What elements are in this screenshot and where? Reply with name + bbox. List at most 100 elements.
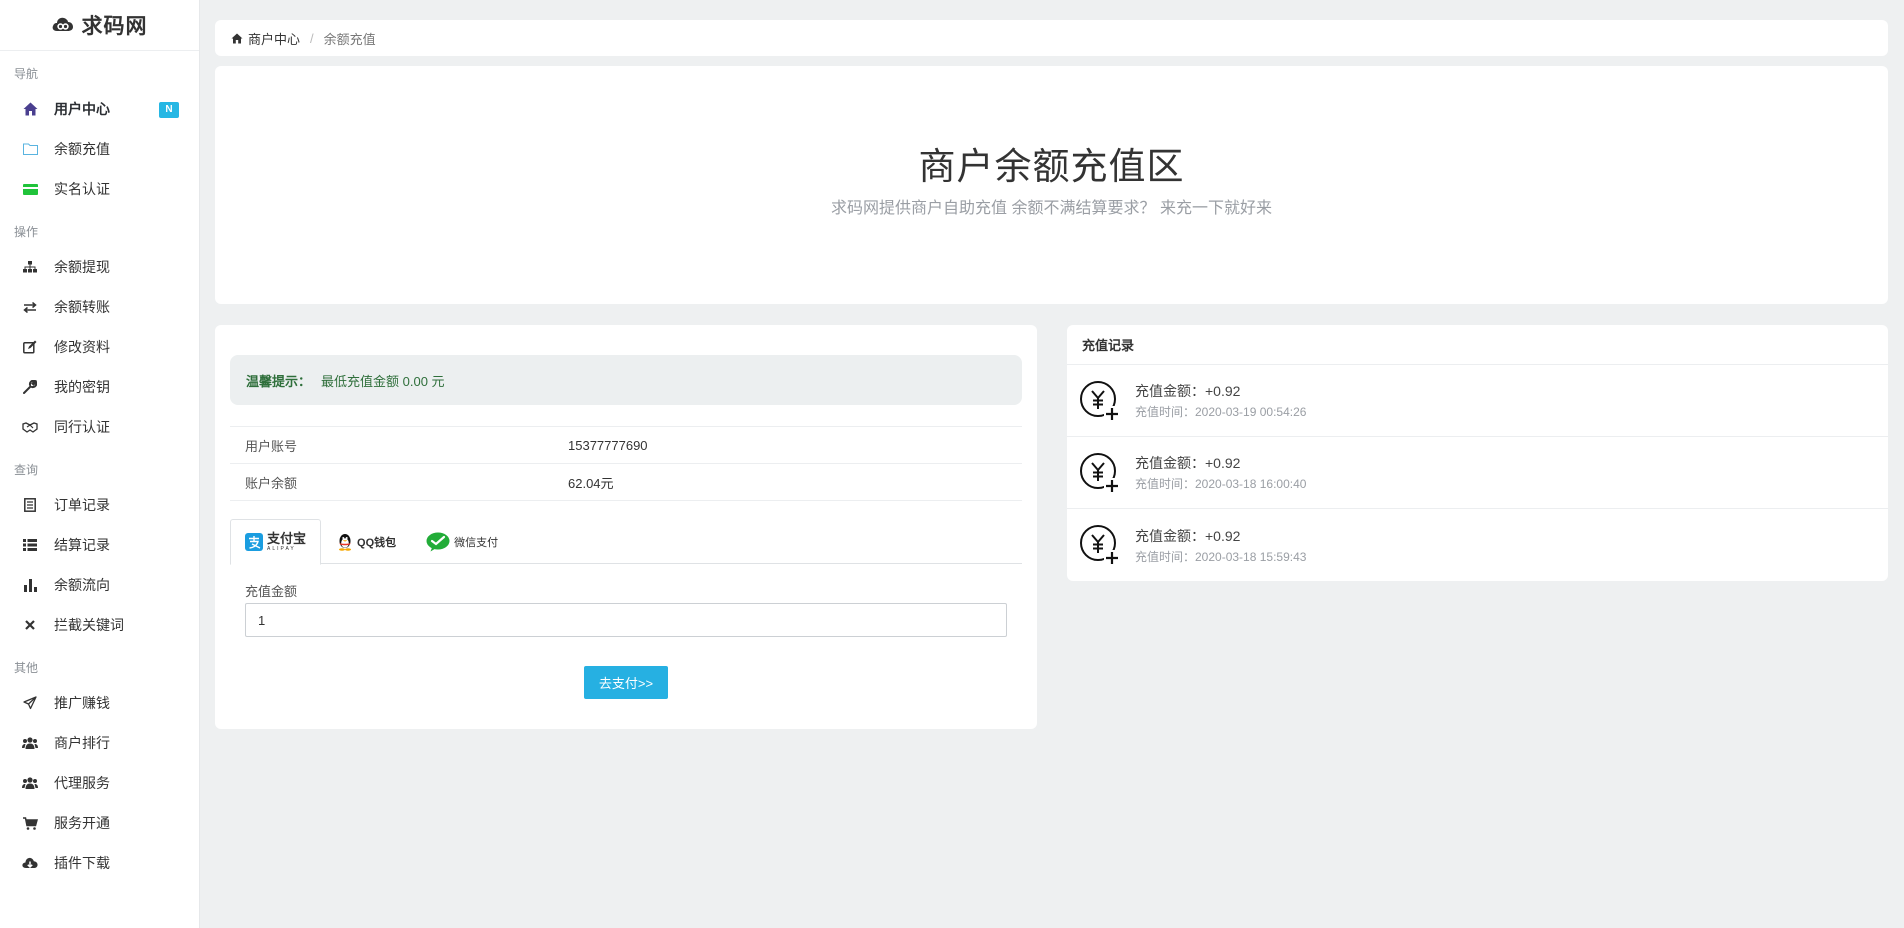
- wechat-pay-icon: [426, 532, 450, 552]
- sidebar-item-label: 用户中心: [54, 101, 110, 117]
- tip-text: 最低充值金额 0.00 元: [321, 373, 445, 389]
- table-row: 用户账号 15377777690: [230, 427, 1022, 464]
- sitemap-icon: [22, 259, 38, 275]
- qq-penguin-icon: [337, 533, 353, 551]
- sidebar-item-label: 插件下载: [54, 855, 110, 871]
- list-alt-icon: [22, 497, 38, 513]
- page-subtitle: 求码网提供商户自助充值 余额不满结算要求？ 来充一下就好来: [831, 200, 1272, 217]
- sidebar-item-label: 余额提现: [54, 259, 110, 275]
- sidebar-item-plugin-download[interactable]: 插件下载: [0, 843, 199, 883]
- nav-section-title: 操作: [14, 225, 39, 239]
- sidebar: 求码网 导航 用户中心 N 余额充值 实名认证 操作 余额提现 余额转账 修改资…: [0, 0, 200, 928]
- records-title: 充值记录: [1067, 325, 1888, 365]
- sidebar-item-settlement[interactable]: 结算记录: [0, 525, 199, 565]
- cloud-logo-icon: [52, 16, 74, 35]
- sidebar-item-service-activation[interactable]: 服务开通: [0, 803, 199, 843]
- table-row: 账户余额 62.04元: [230, 464, 1022, 501]
- record-time: 充值时间：2020-03-19 00:54:26: [1135, 405, 1307, 419]
- list-item: 充值金额：+0.92 充值时间：2020-03-18 15:59:43: [1067, 509, 1888, 581]
- sidebar-item-label: 我的密钥: [54, 379, 110, 395]
- sidebar-item-promotion[interactable]: 推广赚钱: [0, 683, 199, 723]
- users-icon: [22, 775, 38, 791]
- sidebar-item-label: 结算记录: [54, 537, 110, 553]
- tab-wechat-pay[interactable]: 微信支付: [412, 519, 512, 564]
- list-item: 充值金额：+0.92 充值时间：2020-03-19 00:54:26: [1067, 365, 1888, 437]
- cart-icon: [22, 815, 38, 831]
- folder-icon: [22, 141, 38, 157]
- tip-title: 温馨提示：: [246, 373, 312, 389]
- account-label: 用户账号: [245, 438, 298, 454]
- list-item: 充值金额：+0.92 充值时间：2020-03-18 16:00:40: [1067, 437, 1888, 509]
- tab-alipay-label: 支付宝: [267, 531, 307, 546]
- tab-qq-wallet[interactable]: QQ钱包: [321, 519, 412, 564]
- page-title: 商户余额充值区: [918, 146, 1185, 187]
- amount-label: 充值金额: [245, 584, 298, 599]
- yuan-add-icon: [1080, 380, 1120, 421]
- pay-button[interactable]: 去支付>>: [584, 666, 668, 699]
- sidebar-item-peer-cert[interactable]: 同行认证: [0, 407, 199, 447]
- breadcrumb-current: 余额充值: [323, 31, 376, 47]
- sidebar-item-merchant-rank[interactable]: 商户排行: [0, 723, 199, 763]
- users-icon: [22, 735, 38, 751]
- record-amount: 充值金额：+0.92: [1135, 383, 1241, 399]
- sidebar-item-balance-flow[interactable]: 余额流向: [0, 565, 199, 605]
- nav-section-title: 查询: [14, 463, 39, 477]
- list-icon: [22, 537, 38, 553]
- sidebar-item-label: 代理服务: [54, 775, 110, 791]
- balance-value: 62.04元: [568, 475, 614, 491]
- exchange-icon: [22, 299, 38, 315]
- close-icon: [22, 617, 38, 633]
- nav-section-title: 导航: [14, 67, 39, 81]
- home-icon: [22, 101, 38, 117]
- tab-alipay[interactable]: 支付宝 ALIPAY: [230, 519, 322, 565]
- tip-box: 温馨提示： 最低充值金额 0.00 元: [230, 355, 1022, 405]
- sidebar-item-label: 商户排行: [54, 735, 110, 751]
- sidebar-item-block-keywords[interactable]: 拦截关键词: [0, 605, 199, 645]
- record-amount: 充值金额：+0.92: [1135, 527, 1241, 544]
- sidebar-item-label: 修改资料: [54, 339, 110, 355]
- sidebar-item-withdraw[interactable]: 余额提现: [0, 247, 199, 287]
- handshake-icon: [22, 419, 38, 435]
- sidebar-item-secret-key[interactable]: 我的密钥: [0, 367, 199, 407]
- wrench-icon: [22, 379, 38, 395]
- sidebar-item-label: 推广赚钱: [54, 695, 110, 711]
- sidebar-item-recharge[interactable]: 余额充值: [0, 129, 199, 169]
- nav-section-title: 其他: [14, 661, 39, 675]
- payment-method-tabs: 支付宝 ALIPAY QQ钱包 微信支付: [230, 519, 1022, 565]
- sidebar-item-label: 拦截关键词: [54, 617, 124, 633]
- sidebar-item-orders[interactable]: 订单记录: [0, 485, 199, 525]
- breadcrumb-home-link[interactable]: 商户中心: [248, 29, 300, 48]
- yuan-add-icon: [1080, 452, 1120, 493]
- bar-chart-icon: [22, 577, 38, 593]
- home-icon: [231, 33, 243, 44]
- breadcrumb-separator: /: [310, 30, 314, 46]
- hero-banner: 商户余额充值区 求码网提供商户自助充值 余额不满结算要求？ 来充一下就好来: [215, 66, 1888, 304]
- sidebar-item-verification[interactable]: 实名认证: [0, 169, 199, 209]
- edit-icon: [22, 339, 38, 355]
- paper-plane-icon: [22, 695, 38, 711]
- breadcrumb: 商户中心 / 余额充值: [215, 20, 1888, 56]
- account-value: 15377777690: [568, 437, 648, 453]
- sidebar-item-edit-profile[interactable]: 修改资料: [0, 327, 199, 367]
- cloud-download-icon: [22, 855, 38, 871]
- record-time: 充值时间：2020-03-18 16:00:40: [1135, 477, 1307, 491]
- amount-input[interactable]: [245, 603, 1007, 637]
- sidebar-item-label: 余额充值: [54, 141, 110, 157]
- yuan-add-icon: [1080, 525, 1120, 565]
- id-card-icon: [22, 181, 38, 197]
- sidebar-item-user-center[interactable]: 用户中心 N: [0, 89, 199, 129]
- sidebar-item-label: 同行认证: [54, 419, 110, 435]
- sidebar-item-label: 实名认证: [54, 181, 110, 197]
- balance-label: 账户余额: [245, 475, 298, 491]
- tab-qq-wallet-label: QQ钱包: [357, 536, 397, 549]
- records-panel: 充值记录 充值金额：+0.92 充值时间：2020-03-19 00:54:26…: [1067, 325, 1888, 581]
- tab-wechat-pay-label: 微信支付: [454, 536, 499, 549]
- logo[interactable]: 求码网: [0, 0, 199, 51]
- alipay-icon: [245, 533, 263, 551]
- sidebar-item-transfer[interactable]: 余额转账: [0, 287, 199, 327]
- record-amount: 充值金额：+0.92: [1135, 455, 1241, 471]
- recharge-panel: 温馨提示： 最低充值金额 0.00 元 用户账号 15377777690 账户余…: [215, 325, 1037, 729]
- account-info-table: 用户账号 15377777690 账户余额 62.04元: [230, 426, 1022, 501]
- record-time: 充值时间：2020-03-18 15:59:43: [1135, 549, 1307, 564]
- sidebar-item-agent-service[interactable]: 代理服务: [0, 763, 199, 803]
